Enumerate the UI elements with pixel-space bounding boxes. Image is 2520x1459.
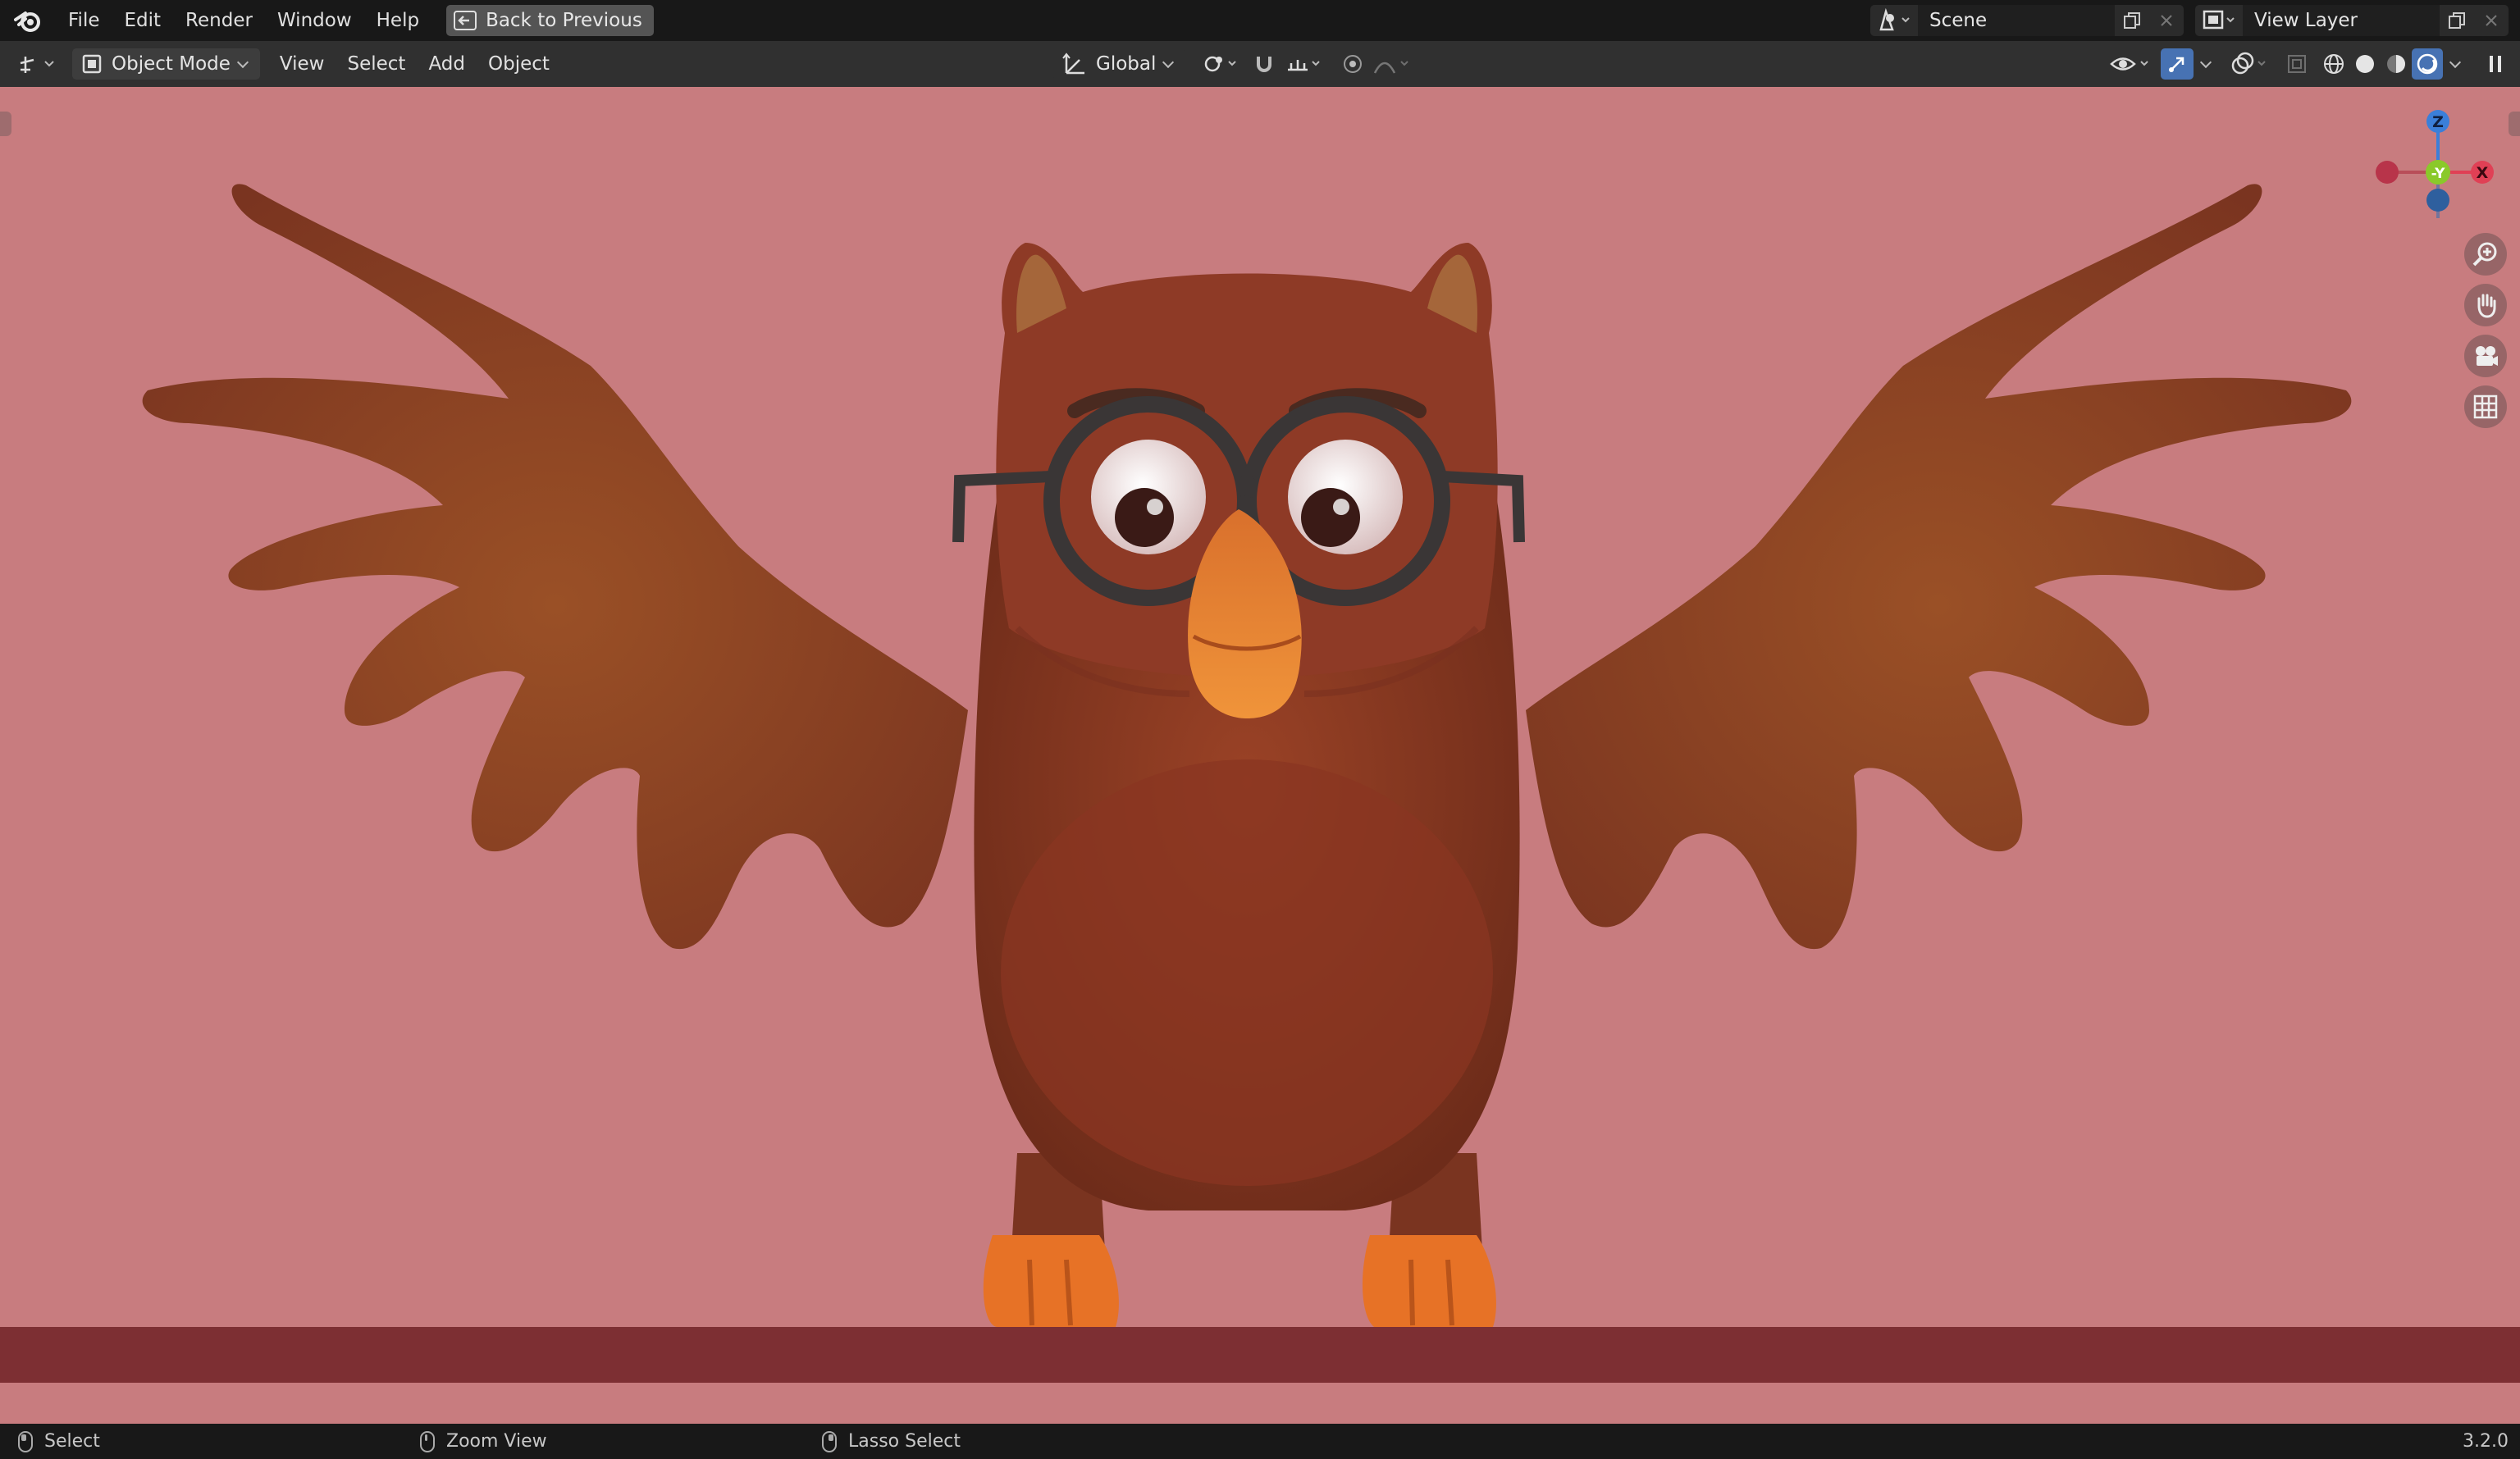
chevron-down-icon[interactable] xyxy=(2443,48,2468,80)
object-mode-icon xyxy=(80,52,103,75)
gizmo-neg-z[interactable] xyxy=(2426,189,2449,212)
gizmo-x-label: X xyxy=(2477,164,2489,182)
status-select: Select xyxy=(18,1430,100,1452)
top-menu-bar: File Edit Render Window Help Back to Pre… xyxy=(0,0,2520,41)
navigation-gizmo[interactable]: Z X -Y xyxy=(2362,103,2494,218)
visibility-icon[interactable] xyxy=(2107,48,2156,80)
scene-selector: Scene xyxy=(1870,5,2184,36)
right-eye xyxy=(1288,440,1403,554)
xray-icon[interactable] xyxy=(2280,48,2313,80)
object-mode-label: Object Mode xyxy=(112,53,231,75)
blender-logo-icon[interactable] xyxy=(11,4,44,37)
right-wing xyxy=(1526,184,2352,950)
gizmo-z-label: Z xyxy=(2432,113,2444,131)
grid-icon[interactable] xyxy=(2464,385,2507,428)
chevron-down-icon xyxy=(1162,56,1175,69)
chevron-down-icon[interactable] xyxy=(2194,48,2218,80)
overlay-icon[interactable] xyxy=(2226,48,2274,80)
mouse-middle-icon xyxy=(420,1430,435,1452)
scene-name-field[interactable]: Scene xyxy=(1918,5,2115,36)
pan-hand-icon[interactable] xyxy=(2464,284,2507,326)
back-to-previous-button[interactable]: Back to Previous xyxy=(446,5,654,36)
copy-icon[interactable] xyxy=(2440,5,2474,36)
transform-tools: Global xyxy=(1053,48,1417,80)
3d-viewport[interactable]: Z X -Y xyxy=(0,87,2520,1424)
gizmo-neg-x[interactable] xyxy=(2376,161,2399,184)
status-bar: Select Zoom View Lasso Select 3.2.0 xyxy=(0,1424,2520,1459)
header-menu-object[interactable]: Object xyxy=(477,48,561,80)
view-layer-name-field[interactable]: View Layer xyxy=(2243,5,2440,36)
menu-help[interactable]: Help xyxy=(364,4,431,37)
falloff-icon[interactable] xyxy=(1369,48,1417,80)
viewport-nav-tools xyxy=(2464,233,2507,428)
left-eye xyxy=(1091,440,1206,554)
viewport-display-tools xyxy=(2107,48,2512,80)
zoom-icon[interactable] xyxy=(2464,233,2507,276)
rendered-shading-icon[interactable] xyxy=(2412,48,2443,80)
header-menu-view[interactable]: View xyxy=(268,48,336,80)
left-foot xyxy=(983,1235,1119,1327)
object-mode-dropdown[interactable]: Object Mode xyxy=(72,48,260,80)
snap-target-icon[interactable] xyxy=(1281,48,1328,80)
left-wing xyxy=(142,184,968,950)
snap-magnet-icon[interactable] xyxy=(1248,48,1281,80)
proportional-edit-icon[interactable] xyxy=(1336,48,1369,80)
camera-icon[interactable] xyxy=(2464,335,2507,377)
close-icon[interactable] xyxy=(2149,5,2184,36)
header-menu-select[interactable]: Select xyxy=(336,48,417,80)
status-lasso-label: Lasso Select xyxy=(848,1431,961,1452)
status-lasso: Lasso Select xyxy=(822,1430,961,1452)
copy-icon[interactable] xyxy=(2115,5,2149,36)
back-to-previous-label: Back to Previous xyxy=(486,10,642,31)
chevron-down-icon xyxy=(236,56,249,69)
scene-icon[interactable] xyxy=(1870,5,1918,36)
solid-shading-icon[interactable] xyxy=(2349,48,2381,80)
viewport-header: Object Mode View Select Add Object Globa… xyxy=(0,41,2520,87)
close-icon[interactable] xyxy=(2474,5,2509,36)
header-menu-add[interactable]: Add xyxy=(417,48,477,80)
status-zoom: Zoom View xyxy=(420,1430,547,1452)
mouse-right-icon xyxy=(822,1430,837,1452)
menu-file[interactable]: File xyxy=(56,4,112,37)
status-select-label: Select xyxy=(44,1431,100,1452)
status-zoom-label: Zoom View xyxy=(446,1431,547,1452)
transform-orientation-label: Global xyxy=(1096,53,1157,75)
owl-model[interactable] xyxy=(0,87,2520,1424)
editor-type-icon[interactable] xyxy=(11,48,66,80)
view-layer-selector: View Layer xyxy=(2195,5,2509,36)
gizmo-y-label: -Y xyxy=(2431,166,2446,182)
right-foot xyxy=(1362,1235,1496,1327)
pause-icon[interactable] xyxy=(2479,48,2512,80)
top-right-fields: Scene View Layer xyxy=(1870,0,2520,41)
menu-edit[interactable]: Edit xyxy=(112,4,174,37)
version-label: 3.2.0 xyxy=(2463,1431,2509,1452)
transform-orientation-dropdown[interactable]: Global xyxy=(1053,48,1186,80)
material-shading-icon[interactable] xyxy=(2381,48,2412,80)
pivot-icon[interactable] xyxy=(1197,48,1244,80)
menu-render[interactable]: Render xyxy=(173,4,265,37)
gizmo-toggle-icon[interactable] xyxy=(2161,48,2194,80)
owl-belly xyxy=(1001,759,1493,1186)
mouse-left-icon xyxy=(18,1430,33,1452)
transform-axes-icon xyxy=(1061,52,1086,76)
view-layer-icon[interactable] xyxy=(2195,5,2243,36)
back-arrow-icon xyxy=(453,10,477,31)
menu-window[interactable]: Window xyxy=(265,4,364,37)
wireframe-shading-icon[interactable] xyxy=(2318,48,2349,80)
